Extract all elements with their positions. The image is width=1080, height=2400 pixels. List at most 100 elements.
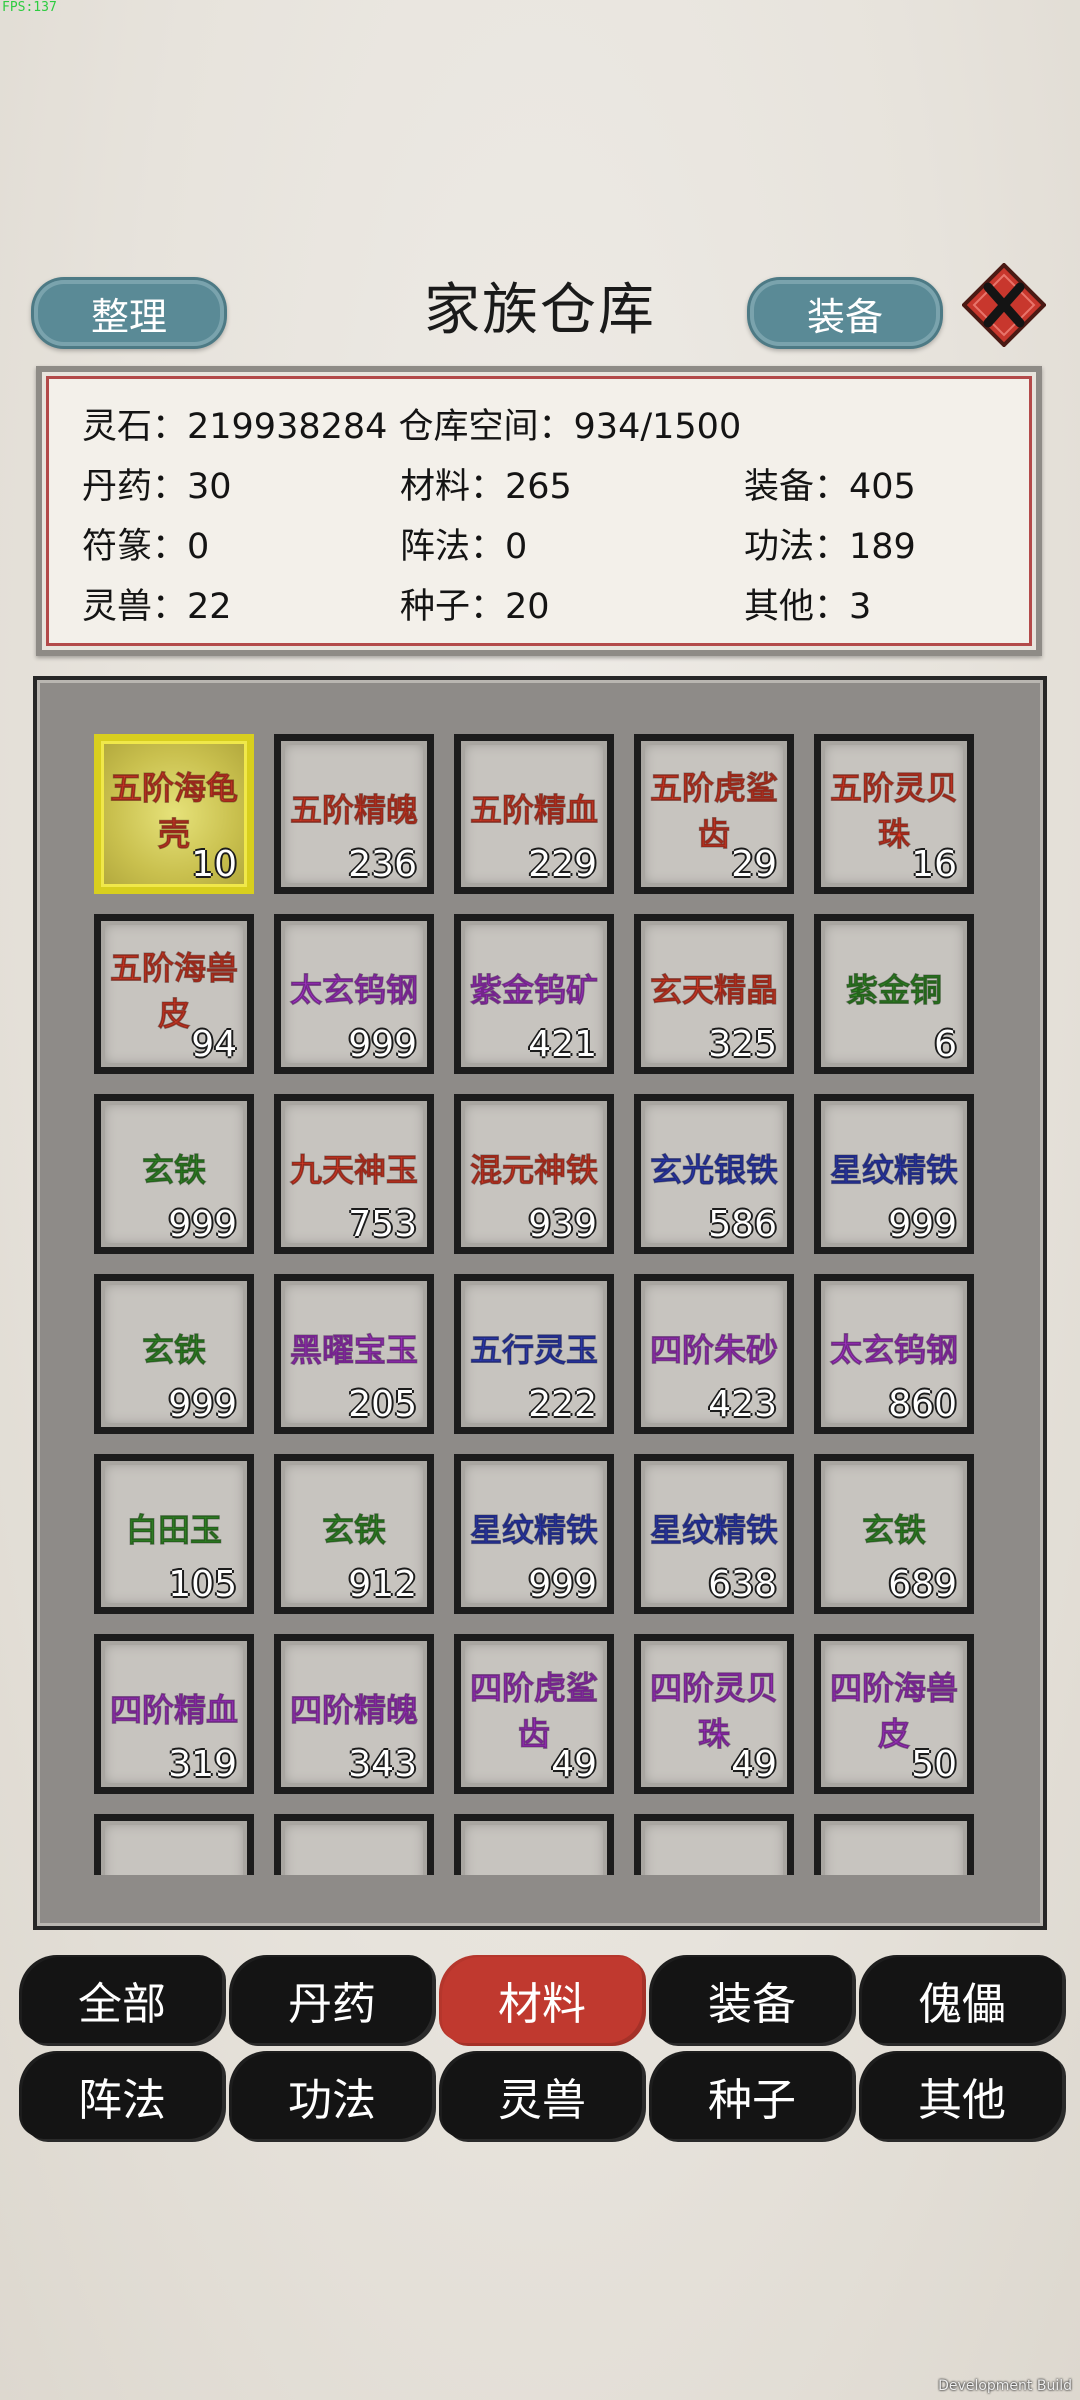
inventory-slot[interactable]: 玄铁 912 [274,1454,434,1614]
item-count: 343 [348,1744,417,1785]
item-count: 50 [911,1744,957,1785]
tab-6[interactable]: 阵法 [22,2053,222,2139]
equip-button[interactable]: 装备 [750,280,940,346]
inventory-slot[interactable] [814,1814,974,1875]
inventory-slot[interactable]: 太玄钨钢 999 [274,914,434,1074]
item-count: 6 [934,1024,957,1065]
stat-others: 其他：3 [744,587,872,627]
tab-9[interactable]: 种子 [652,2053,852,2139]
inventory-slot[interactable]: 混元神铁 939 [454,1094,614,1254]
inventory-slot[interactable]: 白田玉 105 [94,1454,254,1614]
inventory-slot[interactable]: 五阶虎鲨齿 29 [634,734,794,894]
inventory-slot[interactable]: 星纹精铁 999 [814,1094,974,1254]
item-count: 319 [168,1744,237,1785]
item-count: 29 [731,844,777,885]
item-count: 999 [168,1204,237,1245]
item-count: 16 [911,844,957,885]
item-name: 四阶精魄 [289,1691,418,1730]
inventory-slot[interactable]: 四阶朱砂 423 [634,1274,794,1434]
inventory-slot[interactable]: 九天神玉 753 [274,1094,434,1254]
item-count: 229 [528,844,597,885]
item-count: 912 [348,1564,417,1605]
inventory-slot[interactable]: 五行灵玉 222 [454,1274,614,1434]
stat-techniques: 功法：189 [744,527,916,567]
inventory-slot[interactable]: 四阶精血 319 [94,1634,254,1794]
close-icon [961,262,1047,348]
inventory-slot[interactable]: 紫金钨矿 421 [454,914,614,1074]
item-count: 423 [708,1384,777,1425]
build-label: Development Build [938,2378,1072,2394]
item-count: 325 [708,1024,777,1065]
inventory-slot[interactable]: 四阶灵贝珠 49 [634,1634,794,1794]
inventory-slot[interactable]: 玄光银铁 586 [634,1094,794,1254]
item-count: 939 [528,1204,597,1245]
item-count: 638 [708,1564,777,1605]
item-name: 紫金铜 [845,971,942,1010]
item-count: 49 [731,1744,777,1785]
inventory-slot[interactable]: 五阶精魄 236 [274,734,434,894]
inventory-slot[interactable] [454,1814,614,1875]
tab-2[interactable]: 丹药 [232,1957,432,2043]
item-name: 五阶精血 [469,791,598,830]
item-name: 太玄钨钢 [829,1331,958,1370]
item-count: 689 [888,1564,957,1605]
inventory-grid[interactable]: 五阶海龟壳 10 五阶精魄 236 五阶精血 229 五阶虎鲨齿 29 五阶灵贝珠 16 五阶海兽皮… [37,680,1043,1875]
inventory-slot[interactable]: 玄铁 999 [94,1094,254,1254]
inventory-slot[interactable]: 星纹精铁 638 [634,1454,794,1614]
inventory-slot[interactable]: 星纹精铁 999 [454,1454,614,1614]
item-count: 205 [348,1384,417,1425]
tab-3[interactable]: 材料 [442,1957,642,2043]
stat-pills: 丹药：30 [82,467,232,507]
inventory-slot[interactable]: 四阶海兽皮 50 [814,1634,974,1794]
inventory-slot[interactable]: 五阶精血 229 [454,734,614,894]
item-count: 10 [191,844,237,885]
item-name: 四阶朱砂 [649,1331,778,1370]
inventory-slot[interactable]: 五阶海兽皮 94 [94,914,254,1074]
item-name: 太玄钨钢 [289,971,418,1010]
item-name: 紫金钨矿 [469,971,598,1010]
inventory-slot[interactable]: 五阶海龟壳 10 [94,734,254,894]
inventory-slot[interactable]: 五阶灵贝珠 16 [814,734,974,894]
inventory-slot[interactable] [274,1814,434,1875]
tab-5[interactable]: 傀儡 [862,1957,1062,2043]
item-count: 105 [168,1564,237,1605]
item-name: 混元神铁 [469,1151,598,1190]
inventory-slot[interactable] [634,1814,794,1875]
item-count: 94 [191,1024,237,1065]
tab-4[interactable]: 装备 [652,1957,852,2043]
inventory-slot[interactable] [94,1814,254,1875]
item-name: 玄铁 [141,1151,206,1190]
fps-counter: FPS:137 [2,0,57,15]
item-name: 玄天精晶 [649,971,778,1010]
sort-button[interactable]: 整理 [34,280,224,346]
tab-10[interactable]: 其他 [862,2053,1062,2139]
inventory-slot[interactable]: 四阶精魄 343 [274,1634,434,1794]
stat-talismans: 符篆：0 [82,527,210,567]
tab-1[interactable]: 全部 [22,1957,222,2043]
item-count: 222 [528,1384,597,1425]
close-button[interactable] [961,262,1047,348]
tab-8[interactable]: 灵兽 [442,2053,642,2139]
inventory-slot[interactable]: 太玄钨钢 860 [814,1274,974,1434]
item-name: 玄铁 [321,1511,386,1550]
inventory-slot[interactable]: 玄天精晶 325 [634,914,794,1074]
stat-seeds: 种子：20 [400,587,550,627]
item-count: 999 [888,1204,957,1245]
inventory-slot[interactable]: 黑曜宝玉 205 [274,1274,434,1434]
item-count: 236 [348,844,417,885]
item-name: 星纹精铁 [469,1511,598,1550]
inventory-slot[interactable]: 玄铁 999 [94,1274,254,1434]
item-name: 九天神玉 [289,1151,418,1190]
stat-materials: 材料：265 [400,467,572,507]
tab-7[interactable]: 功法 [232,2053,432,2139]
stat-equipment: 装备：405 [744,467,916,507]
inventory-slot[interactable]: 玄铁 689 [814,1454,974,1614]
item-name: 星纹精铁 [649,1511,778,1550]
item-count: 49 [551,1744,597,1785]
inventory-grid-panel[interactable]: 五阶海龟壳 10 五阶精魄 236 五阶精血 229 五阶虎鲨齿 29 五阶灵贝珠 16 五阶海兽皮… [33,676,1047,1930]
warehouse-stats-panel: 灵石：219938284 仓库空间：934/1500 丹药：30 材料：265 … [36,366,1042,656]
item-name: 玄铁 [141,1331,206,1370]
inventory-slot[interactable]: 紫金铜 6 [814,914,974,1074]
item-name: 黑曜宝玉 [289,1331,418,1370]
inventory-slot[interactable]: 四阶虎鲨齿 49 [454,1634,614,1794]
